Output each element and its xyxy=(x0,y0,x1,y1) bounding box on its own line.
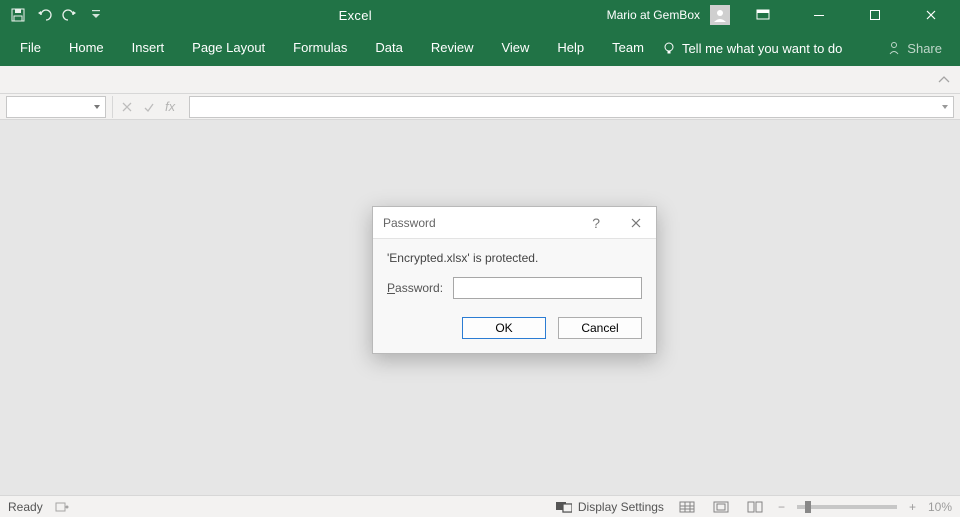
password-dialog: Password ? 'Encrypted.xlsx' is protected… xyxy=(372,206,657,354)
cancel-button[interactable]: Cancel xyxy=(558,317,642,339)
title-bar: Excel Mario at GemBox xyxy=(0,0,960,30)
display-settings-button[interactable]: Display Settings xyxy=(556,500,664,514)
ok-button[interactable]: OK xyxy=(462,317,546,339)
normal-view-icon[interactable] xyxy=(676,499,698,515)
user-avatar[interactable] xyxy=(710,5,730,25)
tab-insert[interactable]: Insert xyxy=(118,30,179,66)
title-bar-right: Mario at GemBox xyxy=(607,0,960,30)
tab-team[interactable]: Team xyxy=(598,30,658,66)
redo-icon[interactable] xyxy=(62,7,78,23)
tab-formulas[interactable]: Formulas xyxy=(279,30,361,66)
tab-page-layout[interactable]: Page Layout xyxy=(178,30,279,66)
tab-review[interactable]: Review xyxy=(417,30,488,66)
page-layout-view-icon[interactable] xyxy=(710,499,732,515)
fx-icon[interactable]: fx xyxy=(165,99,175,114)
tell-me-search[interactable]: Tell me what you want to do xyxy=(662,41,842,56)
undo-icon[interactable] xyxy=(36,7,52,23)
zoom-slider[interactable] xyxy=(797,505,897,509)
name-box[interactable] xyxy=(6,96,106,118)
user-name: Mario at GemBox xyxy=(607,8,700,22)
dialog-close-button[interactable] xyxy=(626,217,646,229)
dialog-body: 'Encrypted.xlsx' is protected. Password: xyxy=(373,239,656,305)
tell-me-label: Tell me what you want to do xyxy=(682,41,842,56)
ribbon-collapse-bar xyxy=(0,66,960,94)
formula-bar-buttons: fx xyxy=(112,96,183,118)
password-input[interactable] xyxy=(453,277,642,299)
tab-home[interactable]: Home xyxy=(55,30,118,66)
status-ready: Ready xyxy=(8,500,43,514)
formula-input[interactable] xyxy=(189,96,954,118)
lightbulb-icon xyxy=(662,41,676,55)
tab-data[interactable]: Data xyxy=(361,30,416,66)
app-title: Excel xyxy=(104,8,607,23)
tab-view[interactable]: View xyxy=(487,30,543,66)
status-bar: Ready Display Settings − + 10% xyxy=(0,495,960,517)
dialog-help-button[interactable]: ? xyxy=(588,215,604,231)
dialog-title-bar: Password ? xyxy=(373,207,656,239)
save-icon[interactable] xyxy=(10,7,26,23)
dialog-title: Password xyxy=(383,216,436,230)
password-label: Password: xyxy=(387,281,443,295)
share-label: Share xyxy=(907,41,942,56)
minimize-button[interactable] xyxy=(796,0,842,30)
formula-bar: fx xyxy=(0,94,960,120)
ribbon-tabs: File Home Insert Page Layout Formulas Da… xyxy=(0,30,960,66)
close-button[interactable] xyxy=(908,0,954,30)
tab-help[interactable]: Help xyxy=(543,30,598,66)
ribbon-display-options-icon[interactable] xyxy=(740,0,786,30)
dialog-message: 'Encrypted.xlsx' is protected. xyxy=(387,251,642,265)
share-icon xyxy=(887,41,901,55)
quick-access-toolbar xyxy=(0,7,104,23)
cancel-formula-icon[interactable] xyxy=(121,101,133,113)
qat-customize-icon[interactable] xyxy=(88,7,104,23)
maximize-button[interactable] xyxy=(852,0,898,30)
share-button[interactable]: Share xyxy=(887,41,954,56)
zoom-out-button[interactable]: − xyxy=(778,500,785,514)
macro-record-icon[interactable] xyxy=(55,501,69,513)
zoom-level[interactable]: 10% xyxy=(928,500,952,514)
display-settings-label: Display Settings xyxy=(578,500,664,514)
page-break-view-icon[interactable] xyxy=(744,499,766,515)
tab-file[interactable]: File xyxy=(6,30,55,66)
zoom-in-button[interactable]: + xyxy=(909,500,916,514)
dialog-buttons: OK Cancel xyxy=(373,305,656,353)
enter-formula-icon[interactable] xyxy=(143,101,155,113)
collapse-ribbon-icon[interactable] xyxy=(938,75,950,85)
